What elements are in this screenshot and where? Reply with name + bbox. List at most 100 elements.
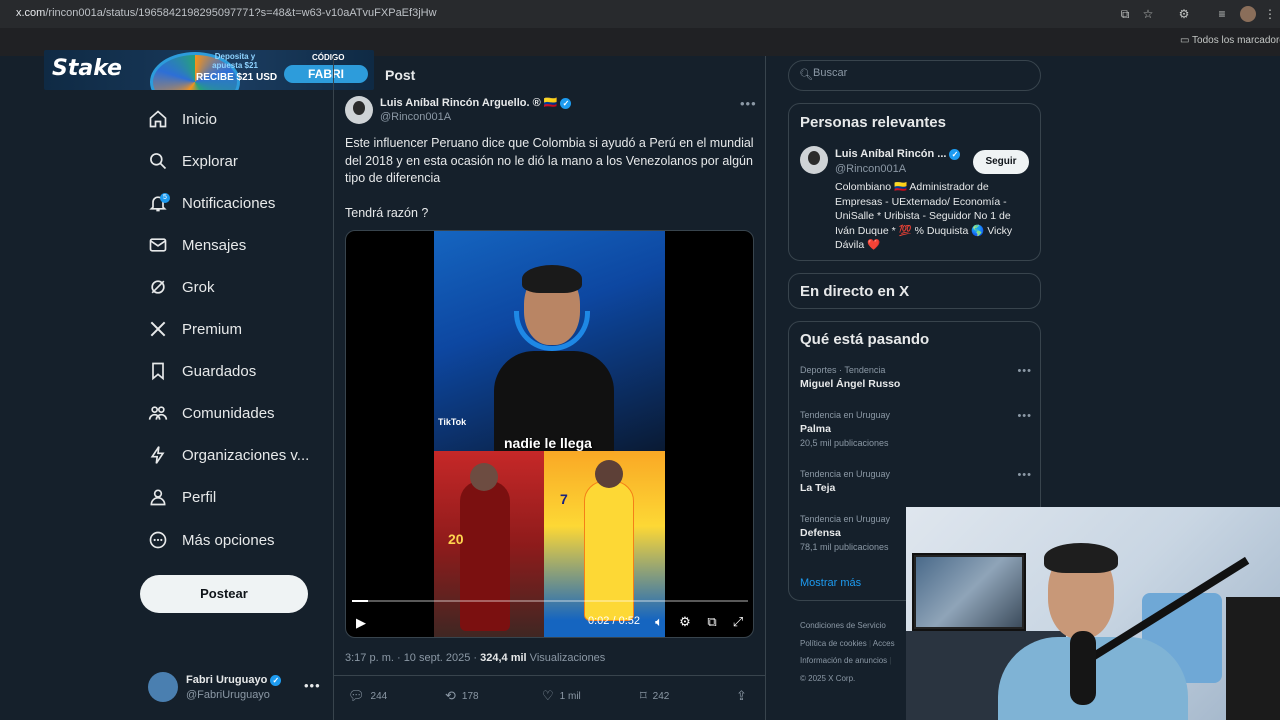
trend-item[interactable]: Tendencia en Uruguay La Teja •••: [800, 469, 1032, 494]
account-handle: @FabriUruguayo: [186, 689, 270, 701]
copyright: © 2025 X Corp.: [800, 673, 856, 683]
profile-avatar[interactable]: [1240, 6, 1256, 22]
media-icon[interactable]: ≡: [1214, 6, 1230, 22]
url-text[interactable]: x.com/rincon001a/status/1965842198295097…: [16, 7, 437, 19]
more-icon[interactable]: •••: [1017, 365, 1032, 377]
account-switcher[interactable]: Fabri Uruguayo ✓ @FabriUruguayo •••: [148, 672, 328, 704]
nav-item-explorar[interactable]: Explorar: [148, 146, 238, 176]
trend-category: Tendencia en Uruguay: [800, 410, 891, 420]
more-icon[interactable]: •••: [1017, 410, 1032, 422]
nav-label: Guardados: [182, 362, 257, 380]
share-icon: ⇪: [736, 688, 747, 703]
follow-button[interactable]: Seguir: [973, 150, 1029, 174]
divider: [333, 56, 334, 720]
bell-icon: 5: [148, 193, 170, 213]
divider: [333, 675, 765, 676]
more-icon[interactable]: •••: [1017, 469, 1032, 481]
post-button[interactable]: Postear: [140, 575, 308, 613]
trend-name: Palma: [800, 423, 831, 435]
cookies-link[interactable]: Política de cookies: [800, 639, 867, 648]
nav-label: Explorar: [182, 152, 238, 170]
nav-item-grok[interactable]: Grok: [148, 272, 215, 302]
accessibility-link[interactable]: Acces: [873, 639, 895, 648]
menu-icon[interactable]: ⋮: [1262, 6, 1278, 22]
search-icon: 🔍︎: [799, 69, 813, 81]
search-box[interactable]: 🔍︎: [788, 60, 1041, 91]
like-button[interactable]: ♡ 1 mil: [542, 688, 581, 704]
bookmark-button[interactable]: ⌑ 242: [640, 688, 669, 704]
nav-item-perfil[interactable]: Perfil: [148, 482, 216, 512]
page-title: Post: [385, 67, 416, 83]
more-circle-icon: [148, 530, 168, 550]
video-frame-player-right: 7: [544, 451, 665, 637]
reply-button[interactable]: 💬︎ 244: [348, 688, 387, 704]
verified-icon: ✓: [270, 674, 282, 686]
people-icon: [148, 403, 168, 423]
video-player[interactable]: TikTok nadie le llega 20 7 ▶ 0:02 / 0:52…: [345, 230, 754, 638]
x-logo-icon: [148, 319, 168, 339]
reply-icon: 💬︎: [348, 688, 365, 703]
author-name[interactable]: Luis Aníbal Rincón Arguello. ® 🇨🇴 ✓: [380, 96, 572, 109]
heart-icon: ♡: [542, 688, 554, 703]
ad-code-label: CÓDIGO: [312, 53, 345, 62]
webcam-monitor: [912, 553, 1026, 631]
video-frame-streamer: TikTok nadie le llega: [434, 231, 665, 451]
nav-label: Grok: [182, 278, 215, 296]
nav-item-inicio[interactable]: Inicio: [148, 104, 217, 134]
trend-count: 20,5 mil publicaciones: [800, 438, 889, 448]
notification-badge: 5: [160, 193, 170, 203]
nav-item-notificaciones[interactable]: 5 Notificaciones: [148, 188, 275, 218]
nav-item-comunidades[interactable]: Comunidades: [148, 398, 275, 428]
bookmarks-folder[interactable]: ▭ Todos los marcadores: [1180, 35, 1280, 46]
nav-item-mas-opciones[interactable]: Más opciones: [148, 525, 275, 555]
volume-icon[interactable]: 🔈︎: [651, 614, 667, 630]
more-icon[interactable]: •••: [740, 96, 757, 111]
nav-item-premium[interactable]: Premium: [148, 314, 242, 344]
search-input[interactable]: [813, 67, 1013, 79]
fullscreen-icon[interactable]: ⤢: [730, 614, 746, 630]
video-progress-bar[interactable]: [352, 600, 748, 602]
more-icon[interactable]: •••: [304, 678, 321, 693]
avatar[interactable]: [800, 146, 828, 174]
settings-icon[interactable]: ⚙: [677, 614, 693, 630]
verified-icon: ✓: [560, 97, 572, 109]
pip-icon[interactable]: ⧉: [704, 614, 720, 630]
trend-name: Miguel Ángel Russo: [800, 378, 901, 390]
webcam-hair: [1044, 543, 1118, 573]
nav-item-guardados[interactable]: Guardados: [148, 356, 256, 386]
author-avatar[interactable]: [345, 96, 373, 124]
show-more-link[interactable]: Mostrar más: [800, 577, 861, 589]
trend-name: La Teja: [800, 482, 836, 494]
verified-icon: ✓: [949, 148, 961, 160]
relevant-handle[interactable]: @Rincon001A: [835, 163, 906, 175]
extensions-icon[interactable]: ⚙: [1176, 6, 1192, 22]
author-handle[interactable]: @Rincon001A: [380, 111, 451, 123]
ad-code: FABRI: [284, 65, 368, 83]
post-meta: 3:17 p. m. · 10 sept. 2025 · 324,4 mil V…: [345, 652, 606, 664]
share-button[interactable]: ⇪: [736, 688, 753, 704]
video-caption: nadie le llega: [504, 435, 592, 451]
nav-label: Organizaciones v...: [182, 446, 310, 464]
footer-links: Condiciones de Servicio Política de cook…: [800, 621, 895, 683]
video-person: [494, 265, 614, 451]
video-progress-fill: [352, 600, 368, 602]
play-icon[interactable]: ▶: [356, 615, 366, 631]
stake-logo: Stake: [52, 56, 122, 81]
nav-item-organizaciones[interactable]: Organizaciones v...: [148, 440, 309, 470]
nav-label: Premium: [182, 320, 243, 338]
star-icon[interactable]: ☆: [1140, 6, 1156, 22]
ads-info-link[interactable]: Información de anuncios: [800, 656, 887, 665]
nav-item-mensajes[interactable]: Mensajes: [148, 230, 246, 260]
repost-button[interactable]: ⟲ 178: [445, 688, 479, 704]
search-icon: [148, 151, 168, 171]
trend-item[interactable]: Deportes · Tendencia Miguel Ángel Russo …: [800, 365, 1032, 390]
relevant-name[interactable]: Luis Aníbal Rincón ... ✓: [835, 148, 961, 160]
nav-label: Comunidades: [182, 404, 275, 422]
address-bar[interactable]: x.com/rincon001a/status/1965842198295097…: [0, 0, 1280, 28]
trend-item[interactable]: Tendencia en Uruguay Palma 20,5 mil publ…: [800, 410, 1032, 448]
terms-link[interactable]: Condiciones de Servicio: [800, 621, 886, 630]
install-icon[interactable]: ⧉: [1117, 6, 1133, 22]
live-card[interactable]: En directo en X: [788, 273, 1041, 309]
stake-ad-banner: Stake Deposita y apuesta $21 RECIBE $21 …: [44, 50, 374, 90]
bookmark-icon: ⌑: [640, 688, 647, 703]
